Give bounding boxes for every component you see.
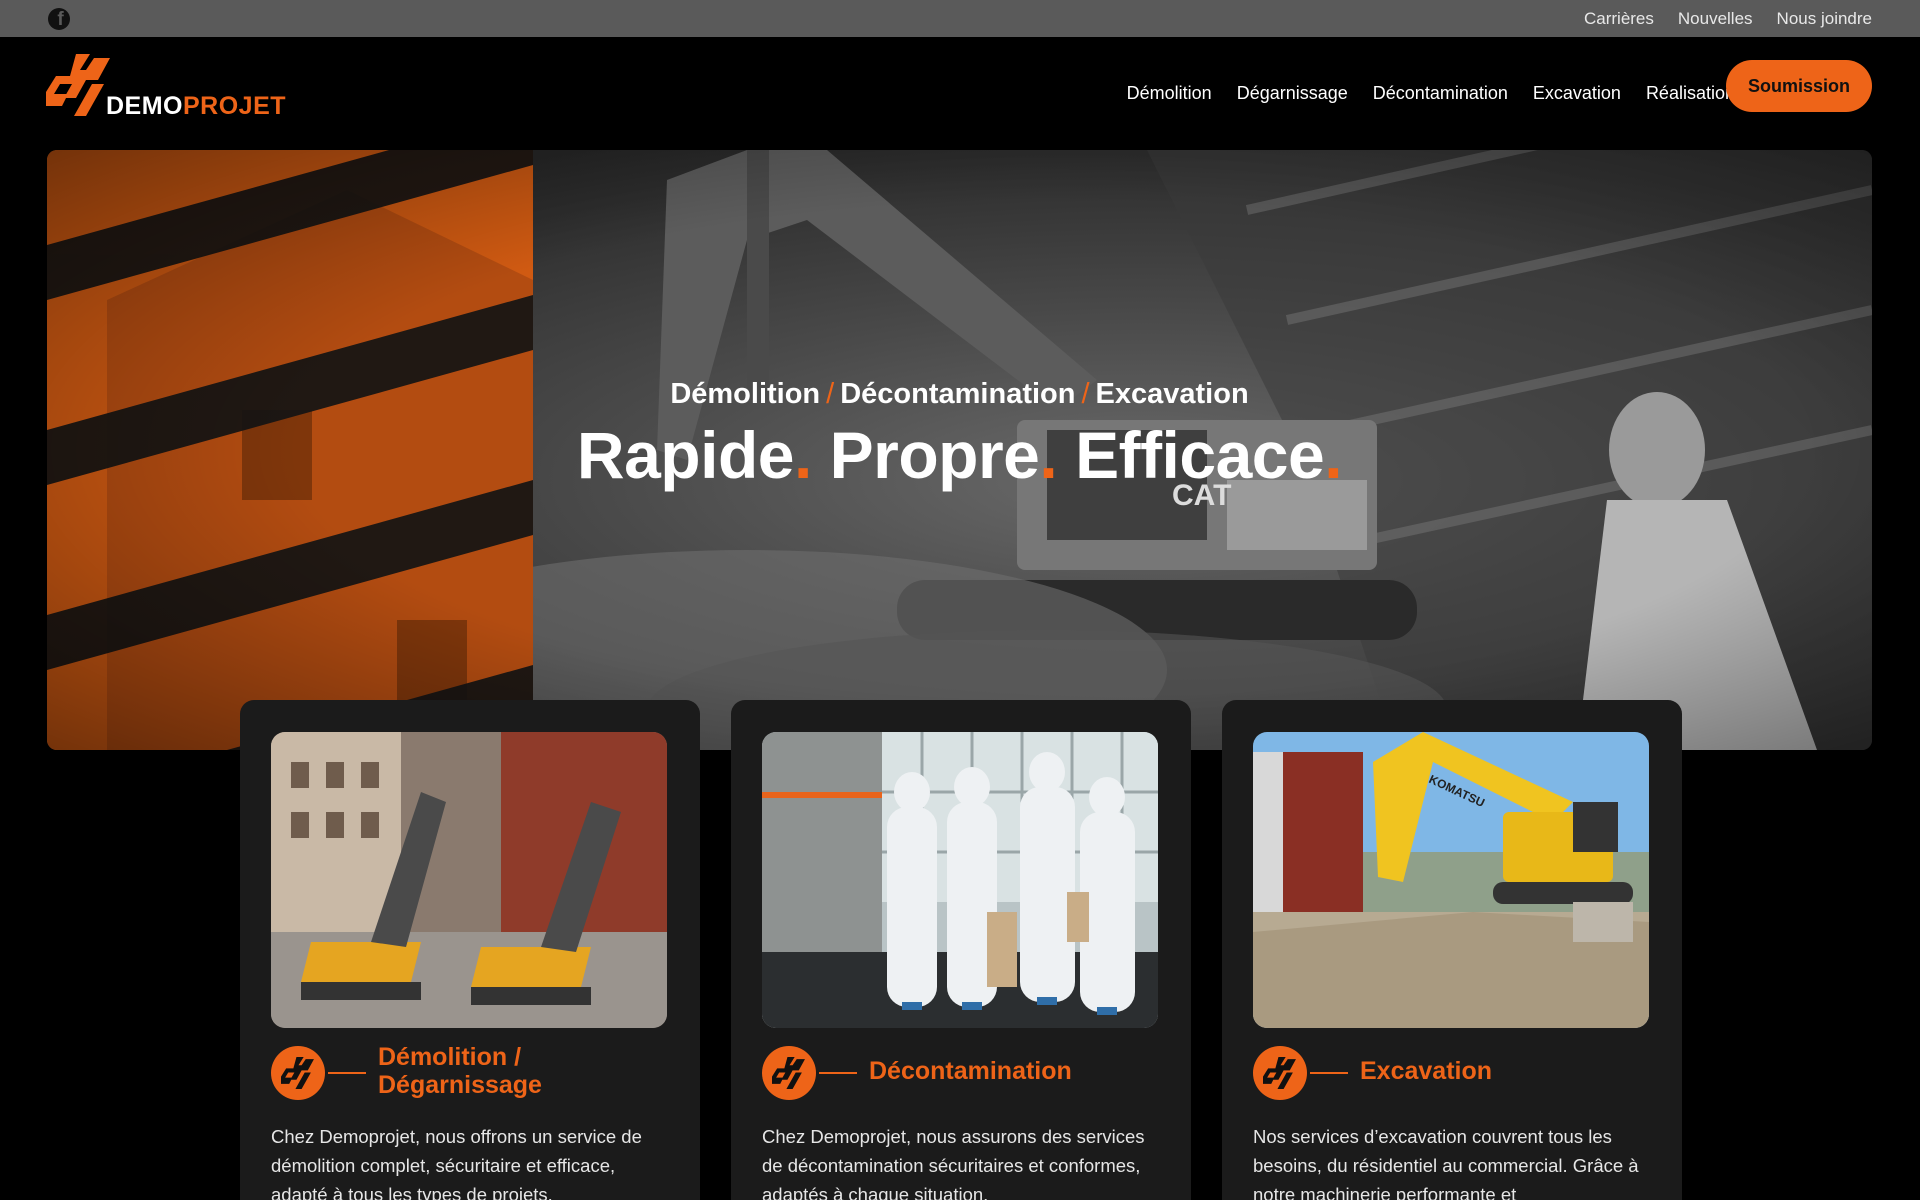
demoprojet-badge-icon (271, 1046, 325, 1100)
excavation-photo: KOMATSU (1253, 732, 1649, 1028)
title-divider (819, 1072, 857, 1074)
nav-excavation[interactable]: Excavation (1533, 83, 1621, 104)
site-header: DEMOPROJET Démolition Dégarnissage Décon… (0, 37, 1920, 150)
hero-banner: CAT Démolition/Décontam (47, 150, 1872, 750)
utility-links: Carrières Nouvelles Nous joindre (1584, 0, 1872, 37)
link-carrieres[interactable]: Carrières (1584, 9, 1654, 29)
hero-subtitle: Démolition / Décontamination / Excavation (670, 378, 1249, 410)
card-description: Chez Demoprojet, nous assurons des servi… (762, 1126, 1145, 1200)
service-card-decontamination[interactable]: Décontamination Chez Demoprojet, nous as… (731, 700, 1191, 1200)
facebook-icon[interactable]: f (48, 8, 70, 30)
site-logo[interactable]: DEMOPROJET (46, 52, 306, 122)
link-nouvelles[interactable]: Nouvelles (1678, 9, 1753, 29)
hero-text: Démolition / Décontamination / Excavation Ra… (47, 378, 1872, 493)
service-card-demolition[interactable]: Démolition / Dégarnissage Chez Demoproje… (240, 700, 700, 1200)
utility-bar: f Carrières Nouvelles Nous joindre (0, 0, 1920, 37)
card-description: Nos services d’excavation couvrent tous … (1253, 1126, 1639, 1200)
logo-mark-icon (46, 54, 110, 116)
soumission-button[interactable]: Soumission (1726, 60, 1872, 112)
demoprojet-badge-icon (1253, 1046, 1307, 1100)
demoprojet-badge-icon (762, 1046, 816, 1100)
demolition-photo (271, 732, 667, 1028)
title-divider (328, 1072, 366, 1074)
card-title: Démolition / Dégarnissage (378, 1043, 542, 1099)
nav-degarnissage[interactable]: Dégarnissage (1237, 83, 1348, 104)
link-nous-joindre[interactable]: Nous joindre (1777, 9, 1872, 29)
hero-title: Rapide. Propre. Efficace. (576, 418, 1343, 492)
service-card-excavation[interactable]: KOMATSU Excavation Nos services d’excava… (1222, 700, 1682, 1200)
main-nav: Démolition Dégarnissage Décontamination … (1127, 37, 1744, 150)
card-description: Chez Demoprojet, nous offrons un service… (271, 1126, 642, 1200)
card-title: Excavation (1360, 1057, 1493, 1085)
title-divider (1310, 1072, 1348, 1074)
decontamination-photo (762, 732, 1158, 1028)
card-title: Décontamination (869, 1057, 1072, 1085)
logo-wordmark: DEMOPROJET (106, 92, 287, 120)
nav-demolition[interactable]: Démolition (1127, 83, 1212, 104)
nav-decontamination[interactable]: Décontamination (1373, 83, 1508, 104)
